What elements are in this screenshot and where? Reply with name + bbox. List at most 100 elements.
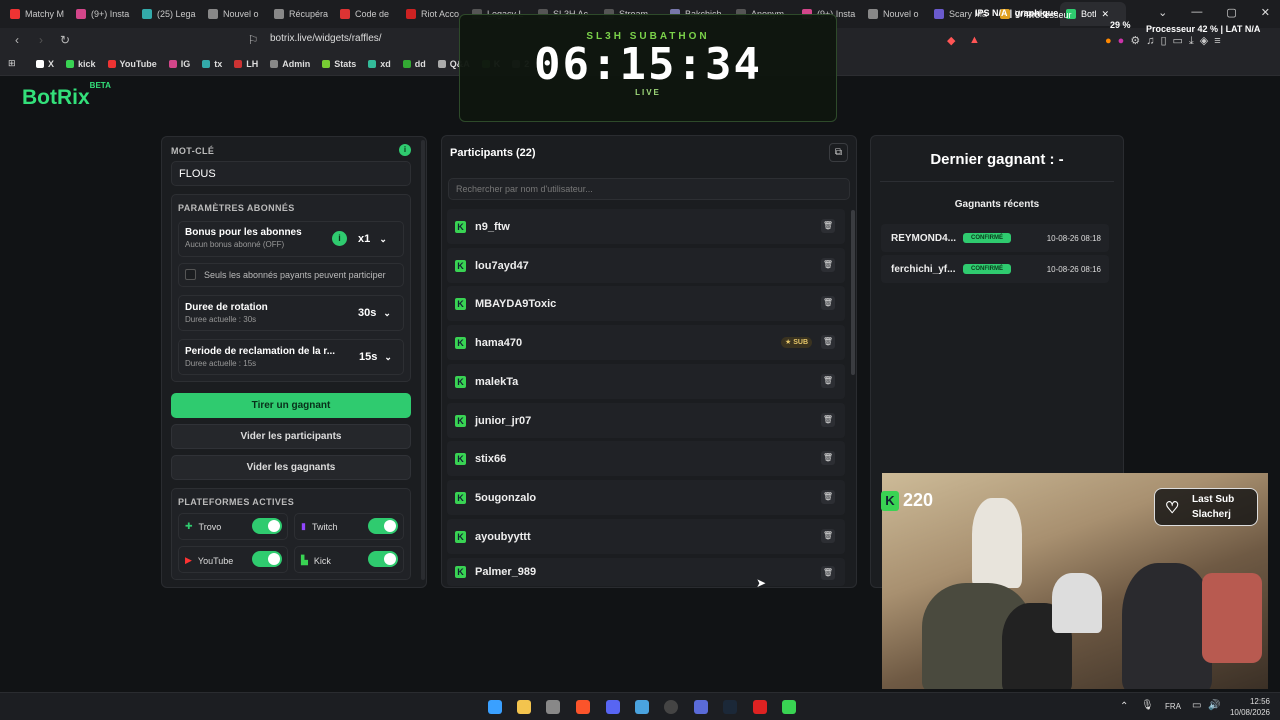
tab[interactable]: (25) Lega xyxy=(136,2,202,26)
bookmark-item[interactable]: Stats xyxy=(322,59,356,69)
obs-icon[interactable] xyxy=(664,700,678,714)
bookmark-item[interactable]: IG xyxy=(168,59,190,69)
person xyxy=(1052,573,1102,633)
chevron-down-icon[interactable]: ⌄ xyxy=(1158,6,1167,19)
draw-winner-button[interactable]: Tirer un gagnant xyxy=(171,393,411,418)
sub-badge: ★ SUB xyxy=(780,337,812,348)
reload-icon[interactable]: ↻ xyxy=(58,33,72,47)
platform-twitch: ▮ Twitch xyxy=(301,521,337,532)
bookmark-icon[interactable]: ⚐ xyxy=(246,33,260,47)
apps-icon[interactable]: ⊞ xyxy=(8,58,16,69)
app-icon[interactable] xyxy=(753,700,767,714)
kick-viewer-count: K 220 xyxy=(881,490,933,511)
kick-icon: K xyxy=(881,490,899,511)
youtube-toggle[interactable] xyxy=(252,551,282,567)
scrollbar[interactable] xyxy=(421,140,425,580)
sub-badge-label: SUB xyxy=(793,339,808,346)
system-clock[interactable]: 12:56 10/08/2026 xyxy=(1230,696,1270,718)
last-sub-widget: ♡ Last Sub Slacherj xyxy=(1154,488,1258,526)
sidebar-icon[interactable]: ▯ xyxy=(1160,35,1172,47)
extension-icon[interactable]: ● xyxy=(1118,35,1131,47)
puzzle-icon[interactable]: ⚙ xyxy=(1130,35,1146,47)
list-item: K Palmer_989 🗑 xyxy=(447,558,845,586)
language-indicator[interactable]: FRA xyxy=(1165,702,1181,711)
url-field[interactable]: botrix.live/widgets/raffles/ xyxy=(270,33,382,44)
tab[interactable]: Riot Acco xyxy=(400,2,466,26)
tab[interactable]: Nouvel o xyxy=(202,2,268,26)
brave-icon[interactable] xyxy=(576,700,590,714)
trash-icon[interactable]: 🗑 xyxy=(821,335,835,349)
clock-date: 10/08/2026 xyxy=(1229,708,1270,717)
bookmark-item[interactable]: kick xyxy=(66,59,96,69)
volume-icon[interactable]: 🔊 xyxy=(1208,700,1220,711)
tab[interactable]: Code de xyxy=(334,2,400,26)
music-icon[interactable]: ♫ xyxy=(1146,35,1160,47)
keyword-input[interactable]: FLOUS xyxy=(171,161,411,186)
app-icon[interactable] xyxy=(546,700,560,714)
tab[interactable]: Récupéra xyxy=(268,2,334,26)
windows-start-icon[interactable] xyxy=(488,700,502,714)
maximize-icon[interactable]: ▢ xyxy=(1226,6,1236,19)
trash-icon[interactable]: 🗑 xyxy=(821,451,835,465)
info-icon[interactable]: i xyxy=(399,144,411,156)
bookmark-item[interactable]: Admin xyxy=(270,59,310,69)
rotation-select[interactable]: 30s ⌄ xyxy=(358,307,391,319)
extension-icon[interactable]: ● xyxy=(1105,35,1118,47)
wallet-icon[interactable]: ▭ xyxy=(1173,35,1189,47)
trovo-toggle[interactable] xyxy=(252,518,282,534)
menu-icon[interactable]: ≡ xyxy=(1214,35,1226,47)
forward-icon[interactable]: › xyxy=(34,33,48,47)
trash-icon[interactable]: 🗑 xyxy=(821,529,835,543)
trash-icon[interactable]: 🗑 xyxy=(821,413,835,427)
bookmark-item[interactable]: xd xyxy=(368,59,391,69)
chevron-up-icon[interactable]: ⌃ xyxy=(1120,701,1128,712)
paid-only-label: Seuls les abonnés payants peuvent partic… xyxy=(204,270,386,280)
minimize-icon[interactable]: — xyxy=(1191,6,1202,19)
trash-icon[interactable]: 🗑 xyxy=(821,374,835,388)
trash-icon[interactable]: 🗑 xyxy=(821,258,835,272)
shield-icon[interactable]: ◈ xyxy=(1200,35,1214,47)
brave-shield-icon[interactable]: ◆ xyxy=(947,34,955,47)
bookmark-item[interactable]: YouTube xyxy=(107,59,157,69)
bookmark-item[interactable]: dd xyxy=(402,59,426,69)
clear-winners-button[interactable]: Vider les gagnants xyxy=(171,455,411,480)
tab[interactable]: (9+) Insta xyxy=(70,2,136,26)
trash-icon[interactable]: 🗑 xyxy=(821,219,835,233)
divider xyxy=(880,181,1114,182)
clear-participants-button[interactable]: Vider les participants xyxy=(171,424,411,449)
kick-toggle[interactable] xyxy=(368,551,398,567)
bookmark-item[interactable]: tx xyxy=(202,59,222,69)
trash-icon[interactable]: 🗑 xyxy=(821,490,835,504)
participant-search-input[interactable]: Rechercher par nom d'utilisateur... xyxy=(448,178,850,200)
microphone-icon[interactable]: 🎙 xyxy=(1141,700,1154,711)
paid-only-checkbox[interactable] xyxy=(185,269,196,280)
kick-icon[interactable] xyxy=(782,700,796,714)
trash-icon[interactable]: 🗑 xyxy=(821,296,835,310)
back-icon[interactable]: ‹ xyxy=(10,33,24,47)
claim-select[interactable]: 15s ⌄ xyxy=(359,351,392,363)
platform-label: Kick xyxy=(313,555,331,566)
tab[interactable]: Matchy M xyxy=(4,2,70,26)
bookmark-label: tx xyxy=(214,58,223,69)
bonus-select[interactable]: x1 ⌄ xyxy=(358,233,387,245)
file-explorer-icon[interactable] xyxy=(517,700,531,714)
participants-scrollbar[interactable] xyxy=(851,210,855,375)
rewards-icon[interactable]: ▲ xyxy=(969,34,980,46)
app-icon[interactable] xyxy=(694,700,708,714)
info-icon[interactable]: i xyxy=(332,231,347,246)
bookmark-item[interactable]: X xyxy=(36,59,54,69)
claim-value: 15s xyxy=(359,351,378,363)
network-icon[interactable]: ▭ xyxy=(1192,700,1201,711)
botrix-logo[interactable]: BotRixBETA xyxy=(22,81,111,110)
discord-icon[interactable] xyxy=(606,700,620,714)
tab[interactable]: Nouvel o xyxy=(862,2,928,26)
close-window-icon[interactable]: ✕ xyxy=(1261,6,1270,19)
download-icon[interactable]: ⤓ xyxy=(1189,35,1200,47)
steam-icon[interactable] xyxy=(723,700,737,714)
processor-overlay: Processeur 29 % xyxy=(1026,10,1131,30)
copy-icon[interactable]: ⧉ xyxy=(829,143,848,162)
photos-icon[interactable] xyxy=(635,700,649,714)
trash-icon[interactable]: 🗑 xyxy=(821,566,835,580)
bookmark-item[interactable]: LH xyxy=(234,59,258,69)
twitch-toggle[interactable] xyxy=(368,518,398,534)
